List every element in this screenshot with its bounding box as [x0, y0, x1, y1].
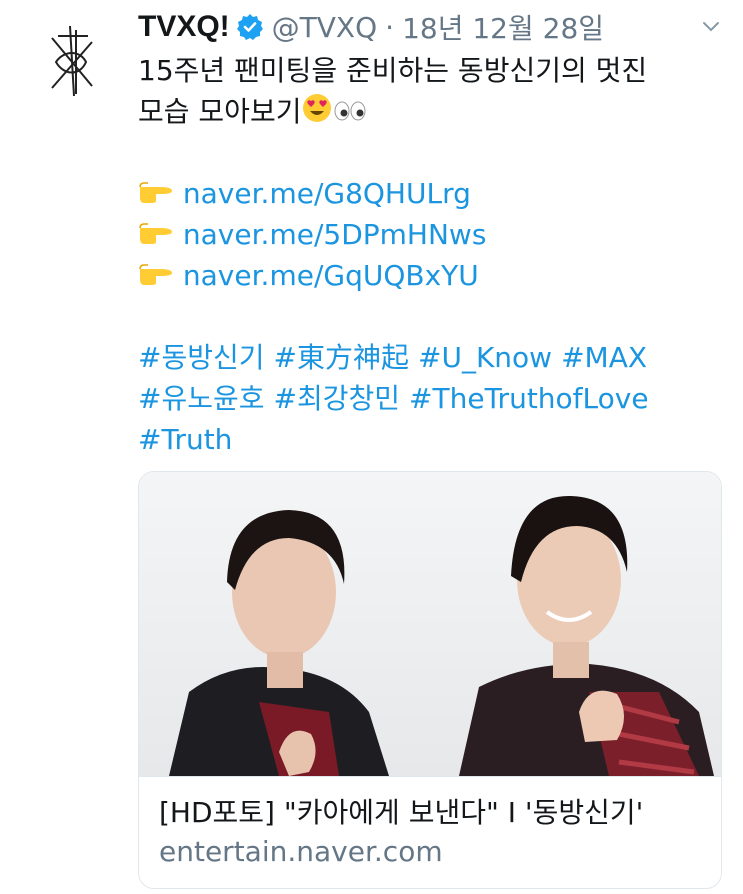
- tweet-date[interactable]: 18년 12월 28일: [402, 7, 604, 47]
- link-line: naver.me/G8QHULrg: [138, 173, 728, 214]
- hashtag-line: #유노윤호 #최강창민 #TheTruthofLove: [138, 378, 728, 419]
- hashtag[interactable]: #東方神起: [274, 341, 409, 374]
- hashtag[interactable]: #MAX: [561, 341, 647, 374]
- hashtag[interactable]: #동방신기: [138, 341, 265, 374]
- hashtag[interactable]: #유노윤호: [138, 382, 265, 415]
- tweet-text-line: 모습 모아보기: [138, 91, 728, 132]
- link-preview-card[interactable]: [HD포토] "카아에게 보낸다" I '동방신기' entertain.nav…: [138, 471, 722, 889]
- pointing-right-emoji-icon: [138, 216, 174, 257]
- link-line: naver.me/GqUQBxYU: [138, 255, 728, 296]
- pointing-right-emoji-icon: [138, 175, 174, 216]
- user-handle[interactable]: @TVXQ: [272, 11, 377, 44]
- hashtag[interactable]: #Truth: [138, 423, 232, 456]
- card-image[interactable]: [139, 472, 721, 776]
- link-2[interactable]: naver.me/5DPmHNws: [183, 218, 487, 251]
- hashtag[interactable]: #U_Know: [418, 341, 552, 374]
- tvxq-logo-icon: [51, 25, 93, 97]
- hashtag-line: #동방신기 #東方神起 #U_Know #MAX: [138, 337, 728, 378]
- verified-badge-icon: [236, 13, 264, 41]
- link-line: naver.me/5DPmHNws: [138, 214, 728, 255]
- tweet-text-line: 15주년 팬미팅을 준비하는 동방신기의 멋진: [138, 54, 648, 87]
- display-name[interactable]: TVXQ!: [138, 10, 230, 44]
- link-1[interactable]: naver.me/G8QHULrg: [183, 177, 471, 210]
- separator-dot: ·: [385, 10, 395, 44]
- link-3[interactable]: naver.me/GqUQBxYU: [183, 259, 479, 292]
- hashtag[interactable]: #최강창민: [274, 382, 401, 415]
- tweet-header: TVXQ! @TVXQ · 18년 12월 28일: [138, 6, 673, 48]
- chevron-down-icon[interactable]: [699, 14, 723, 38]
- card-domain: entertain.naver.com: [159, 835, 443, 868]
- tweet-text-segment: 모습 모아보기: [138, 95, 302, 128]
- card-info[interactable]: [HD포토] "카아에게 보낸다" I '동방신기' entertain.nav…: [139, 776, 721, 888]
- card-title[interactable]: [HD포토] "카아에게 보낸다" I '동방신기': [159, 791, 643, 831]
- pointing-right-emoji-icon: [138, 257, 174, 298]
- hashtag-line: #Truth: [138, 419, 728, 460]
- tweet-text: 15주년 팬미팅을 준비하는 동방신기의 멋진 모습 모아보기 naver.me…: [138, 50, 728, 460]
- avatar[interactable]: [34, 22, 112, 100]
- heart-eyes-emoji-icon: [301, 92, 333, 135]
- hashtag[interactable]: #TheTruthofLove: [409, 382, 649, 415]
- eyes-emoji-icon: [333, 93, 367, 134]
